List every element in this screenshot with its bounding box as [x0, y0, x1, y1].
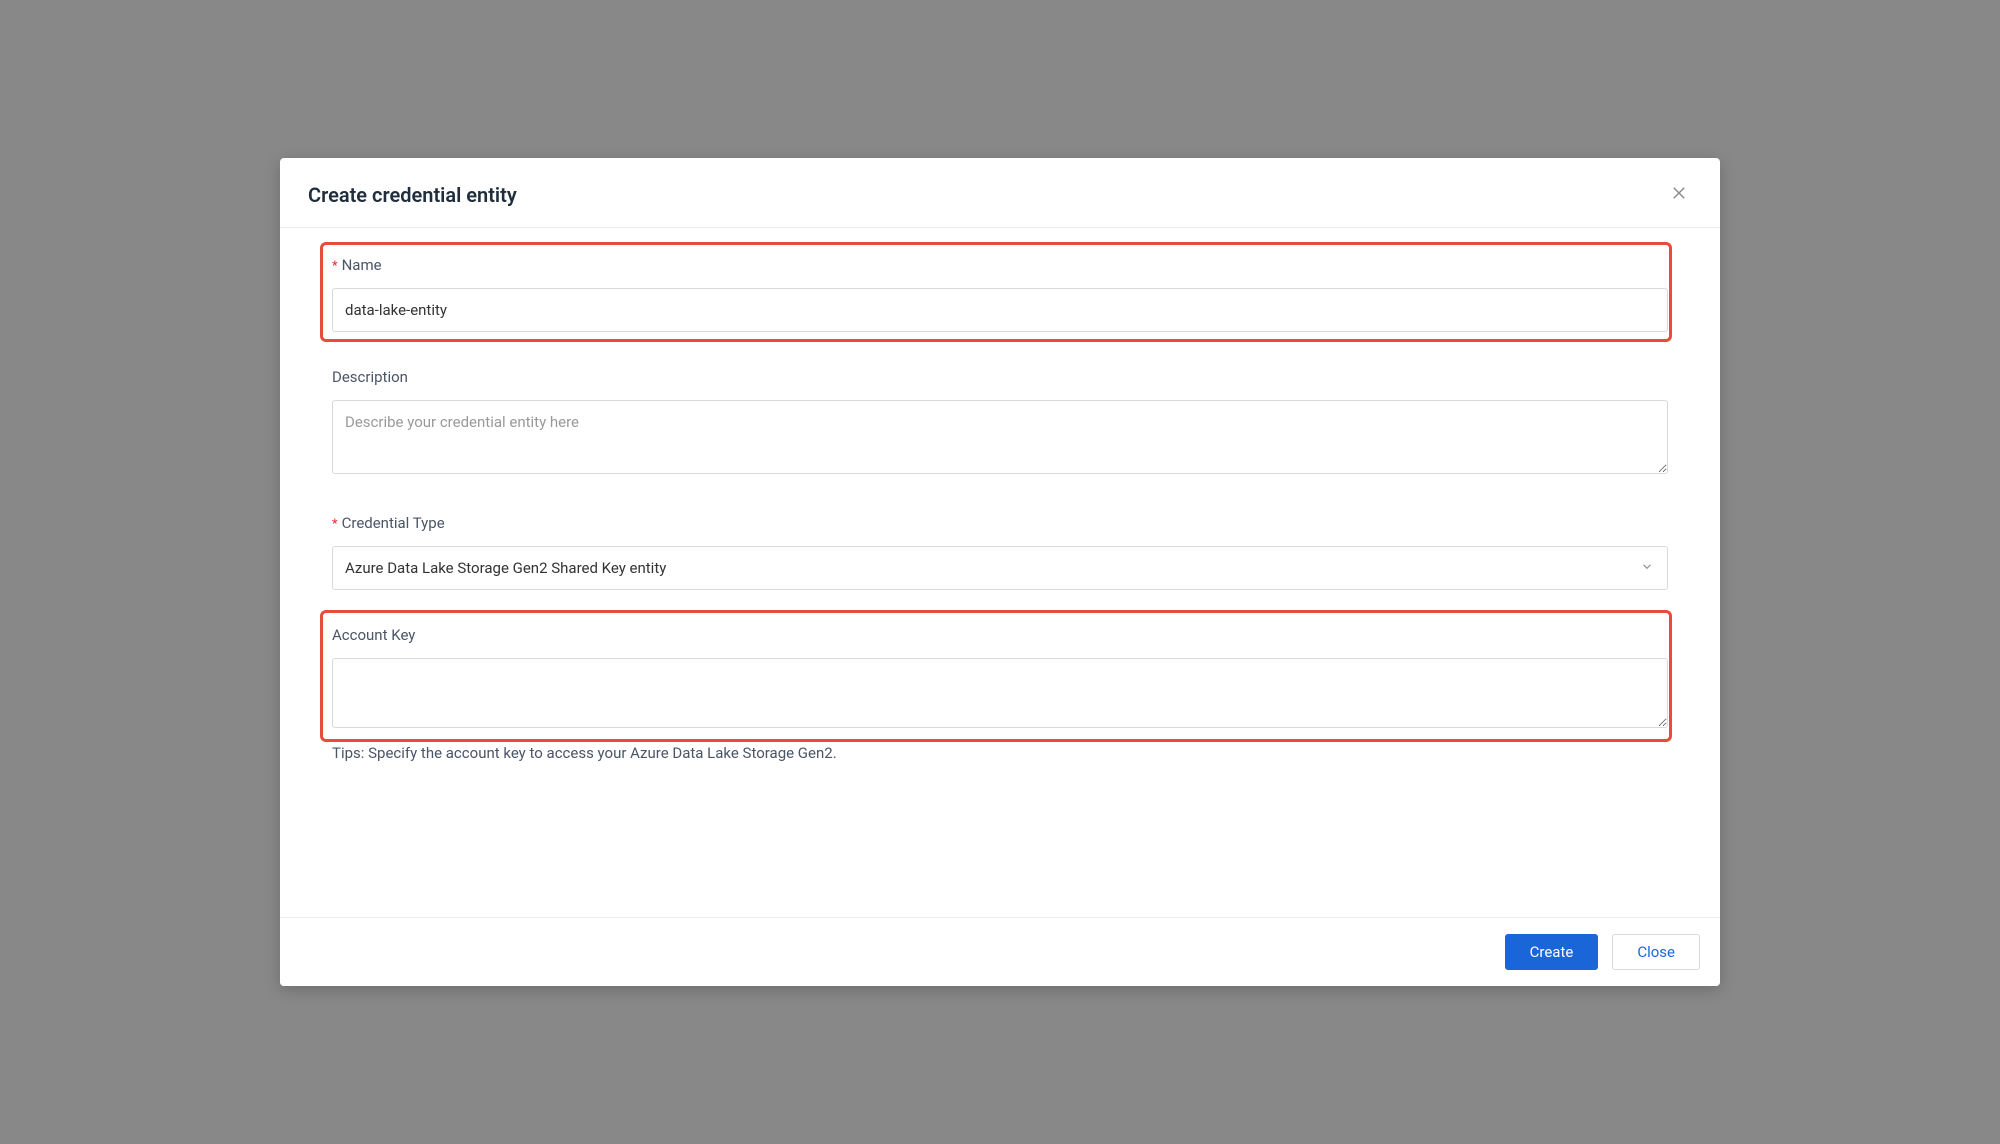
required-marker: * [332, 517, 338, 532]
name-input[interactable] [332, 288, 1668, 332]
modal-footer: Create Close [280, 917, 1720, 986]
account-key-textarea[interactable] [332, 658, 1668, 728]
modal-body: *Name Description *Credential Type [280, 228, 1720, 917]
credential-type-select-wrapper [332, 546, 1668, 590]
credential-type-label: *Credential Type [332, 514, 1668, 532]
create-button[interactable]: Create [1505, 934, 1599, 970]
account-key-tips: Tips: Specify the account key to access … [332, 744, 1668, 762]
name-field-group: *Name [332, 256, 1668, 332]
description-field-group: Description [332, 368, 1668, 478]
required-marker: * [332, 259, 338, 274]
create-credential-modal: Create credential entity *Name Descripti… [280, 158, 1720, 986]
account-key-field-group: Account Key [332, 626, 1668, 732]
description-textarea[interactable] [332, 400, 1668, 474]
modal-header: Create credential entity [280, 158, 1720, 228]
account-key-label: Account Key [332, 626, 1668, 644]
close-icon [1670, 184, 1688, 205]
credential-type-field-group: *Credential Type [332, 514, 1668, 590]
close-footer-button[interactable]: Close [1612, 934, 1700, 970]
credential-type-select[interactable] [332, 546, 1668, 590]
name-label: *Name [332, 256, 1668, 274]
description-label: Description [332, 368, 1668, 386]
modal-title: Create credential entity [308, 183, 517, 207]
close-button[interactable] [1666, 180, 1692, 209]
